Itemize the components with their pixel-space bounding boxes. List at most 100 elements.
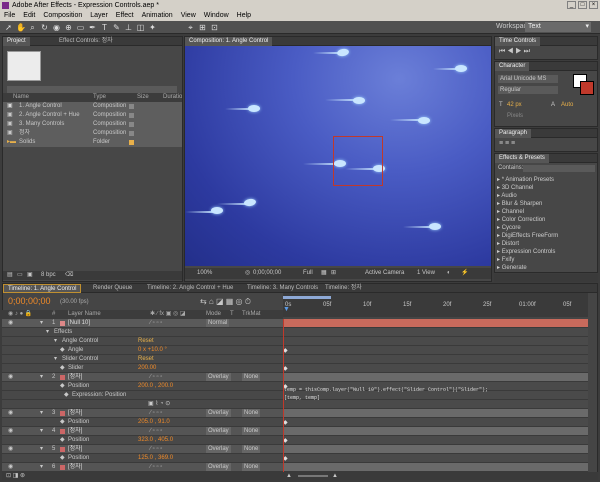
label-color[interactable] bbox=[60, 429, 65, 434]
list-item[interactable]: ▸ Cycore bbox=[497, 224, 521, 232]
layer-duration-bar[interactable] bbox=[283, 409, 588, 418]
layer-duration-bar[interactable] bbox=[283, 427, 588, 436]
layer-duration-bar[interactable] bbox=[283, 373, 588, 382]
layer-duration-bar[interactable] bbox=[283, 445, 588, 454]
mask-tool-icon[interactable]: ▭ bbox=[76, 23, 85, 32]
trkmat-select[interactable]: None bbox=[242, 373, 261, 381]
work-area-bar[interactable] bbox=[283, 296, 331, 299]
col-layer-number[interactable]: # bbox=[52, 310, 55, 319]
label-color[interactable] bbox=[60, 321, 65, 326]
maximize-button[interactable]: □ bbox=[578, 1, 587, 9]
property-value[interactable]: Reset bbox=[138, 337, 154, 345]
property-row[interactable]: ▾ Angle Control Reset bbox=[2, 337, 285, 346]
rotate-tool-icon[interactable]: ↻ bbox=[40, 23, 49, 32]
playhead-icon[interactable]: ▼ bbox=[283, 306, 290, 313]
col-layer-name[interactable]: Layer Name bbox=[68, 310, 101, 319]
list-item[interactable]: ▣ 1. Angle Control Composition bbox=[3, 102, 182, 111]
eye-icon[interactable]: ◉ bbox=[8, 409, 13, 417]
eraser-tool-icon[interactable]: ◫ bbox=[136, 23, 145, 32]
tab-character[interactable]: Character bbox=[495, 62, 530, 71]
layer-switches-icon[interactable]: ∕ ▫ ▫ ▫ bbox=[150, 463, 162, 471]
property-row[interactable]: ▾ Slider Control Reset bbox=[2, 355, 285, 364]
eye-icon[interactable]: ◉ bbox=[8, 373, 13, 381]
property-track[interactable] bbox=[283, 337, 588, 346]
toggle-switches-icon[interactable]: ⊡ ◨ ⊛ bbox=[6, 472, 25, 480]
property-row[interactable]: ◆ Angle 0 x +10.0 ° bbox=[2, 346, 285, 355]
col-t[interactable]: T bbox=[230, 310, 234, 319]
property-value[interactable]: 0 x +10.0 ° bbox=[138, 346, 167, 354]
layer-switches-icon[interactable]: ∕ ▫ ▫ ▫ bbox=[150, 373, 162, 381]
effects-search-input[interactable] bbox=[523, 165, 595, 172]
trkmat-select[interactable]: None bbox=[242, 427, 261, 435]
list-item[interactable]: ▸ Blur & Sharpen bbox=[497, 200, 542, 208]
new-composition-icon[interactable]: ▣ bbox=[27, 271, 33, 280]
menu-view[interactable]: View bbox=[181, 11, 196, 21]
expand-arrow-icon[interactable]: ▾ bbox=[40, 463, 43, 471]
font-size-value[interactable]: 42 px bbox=[507, 102, 522, 108]
list-item[interactable]: ▸ Color Correction bbox=[497, 216, 545, 224]
eye-icon[interactable]: ◉ bbox=[8, 445, 13, 453]
property-track[interactable] bbox=[283, 328, 588, 337]
table-row[interactable]: ◉ ▾ 1 [Null 10] ∕ ▫ ▫ ▫ Normal bbox=[2, 319, 285, 328]
col-size[interactable]: Size bbox=[137, 93, 149, 102]
menu-layer[interactable]: Layer bbox=[90, 11, 108, 21]
col-duration[interactable]: Duration bbox=[163, 93, 182, 102]
col-type[interactable]: Type bbox=[93, 93, 106, 102]
channel-icon[interactable]: ◐ bbox=[447, 268, 451, 279]
mode-select[interactable]: Overlay bbox=[206, 373, 231, 381]
table-row[interactable]: ◉ ▾ 3 [정자] ∕ ▫ ▫ ▫ Overlay None bbox=[2, 409, 285, 418]
tab-project[interactable]: Project bbox=[3, 37, 30, 46]
menu-composition[interactable]: Composition bbox=[43, 11, 82, 21]
tab-timeline-angle-control[interactable]: Timeline: 1. Angle Control bbox=[3, 284, 82, 293]
expand-arrow-icon[interactable]: ▾ bbox=[46, 328, 49, 336]
zoom-out-icon[interactable]: ▲ bbox=[286, 472, 292, 480]
font-style-select[interactable]: Regular bbox=[498, 86, 558, 94]
layer-selection-bounds[interactable] bbox=[333, 136, 383, 186]
tracking-unit[interactable]: Pixels bbox=[507, 113, 523, 119]
property-value[interactable]: 125.0 , 369.0 bbox=[138, 454, 173, 462]
layer-name[interactable]: [Null 10] bbox=[68, 319, 90, 327]
resolution-select[interactable]: Full bbox=[303, 268, 313, 279]
tab-timeline-many-controls[interactable]: Timeline: 3. Many Controls bbox=[243, 284, 322, 293]
camera-tool-icon[interactable]: ◉ bbox=[52, 23, 61, 32]
region-icon[interactable]: ▦ bbox=[321, 268, 327, 279]
pan-behind-tool-icon[interactable]: ⊕ bbox=[64, 23, 73, 32]
local-axis-icon[interactable]: ⌖ bbox=[186, 23, 195, 32]
expand-arrow-icon[interactable]: ◆ bbox=[60, 418, 65, 426]
eye-icon[interactable]: ◉ bbox=[8, 463, 13, 471]
expand-arrow-icon[interactable]: ◆ bbox=[60, 436, 65, 444]
selection-tool-icon[interactable]: ➚ bbox=[4, 23, 13, 32]
layer-name[interactable]: [정자] bbox=[68, 445, 82, 453]
pen-tool-icon[interactable]: ✒ bbox=[88, 23, 97, 32]
layer-name[interactable]: [정자] bbox=[68, 427, 82, 435]
tab-render-queue[interactable]: Render Queue bbox=[89, 284, 136, 293]
label-color[interactable] bbox=[60, 375, 65, 380]
tab-timeline-angle-control-hue[interactable]: Timeline: 2. Angle Control + Hue bbox=[143, 284, 237, 293]
trkmat-select[interactable]: None bbox=[242, 409, 261, 417]
expand-arrow-icon[interactable]: ▾ bbox=[40, 373, 43, 381]
property-value[interactable]: Reset bbox=[138, 355, 154, 363]
expand-arrow-icon[interactable]: ▾ bbox=[54, 337, 57, 345]
close-button[interactable]: × bbox=[589, 1, 598, 9]
mode-select[interactable]: Overlay bbox=[206, 409, 231, 417]
expand-arrow-icon[interactable]: ◆ bbox=[64, 391, 69, 399]
timeline-switch-icons[interactable]: ⇆ ⌂ ◪ ▦ ◎ ⏱ bbox=[200, 297, 251, 307]
list-item[interactable]: ▸ Generate bbox=[497, 264, 527, 272]
time-ruler[interactable]: 0s 05f 10f 15f 20f 25f 01:00f 05f ▼ bbox=[283, 293, 588, 317]
property-row[interactable]: ◆ Position 125.0 , 369.0 bbox=[2, 454, 285, 463]
layer-name[interactable]: [정자] bbox=[68, 409, 82, 417]
zoom-tool-icon[interactable]: ⌕ bbox=[28, 23, 37, 32]
eye-icon[interactable]: ◉ bbox=[8, 319, 13, 327]
expand-arrow-icon[interactable]: ◆ bbox=[60, 382, 65, 390]
font-family-select[interactable]: Arial Unicode MS bbox=[498, 75, 558, 83]
camera-select[interactable]: Active Camera bbox=[365, 268, 404, 279]
list-item[interactable]: ▣ 정자 Composition bbox=[3, 129, 182, 138]
zoom-in-icon[interactable]: ▲ bbox=[332, 472, 338, 480]
minimize-button[interactable]: _ bbox=[567, 1, 576, 9]
expand-arrow-icon[interactable]: ▾ bbox=[54, 355, 57, 363]
layer-switches-icon[interactable]: ∕ ▫ ▫ ▫ bbox=[150, 427, 162, 435]
expression-controls-icon[interactable]: ▣ ⌇ ◔ ⊙ bbox=[148, 400, 170, 408]
list-item[interactable]: ▸ Fxify bbox=[497, 256, 514, 264]
interpret-footage-icon[interactable]: ▤ bbox=[7, 271, 13, 280]
property-row[interactable]: ◆ Position 200.0 , 200.0 bbox=[2, 382, 285, 391]
